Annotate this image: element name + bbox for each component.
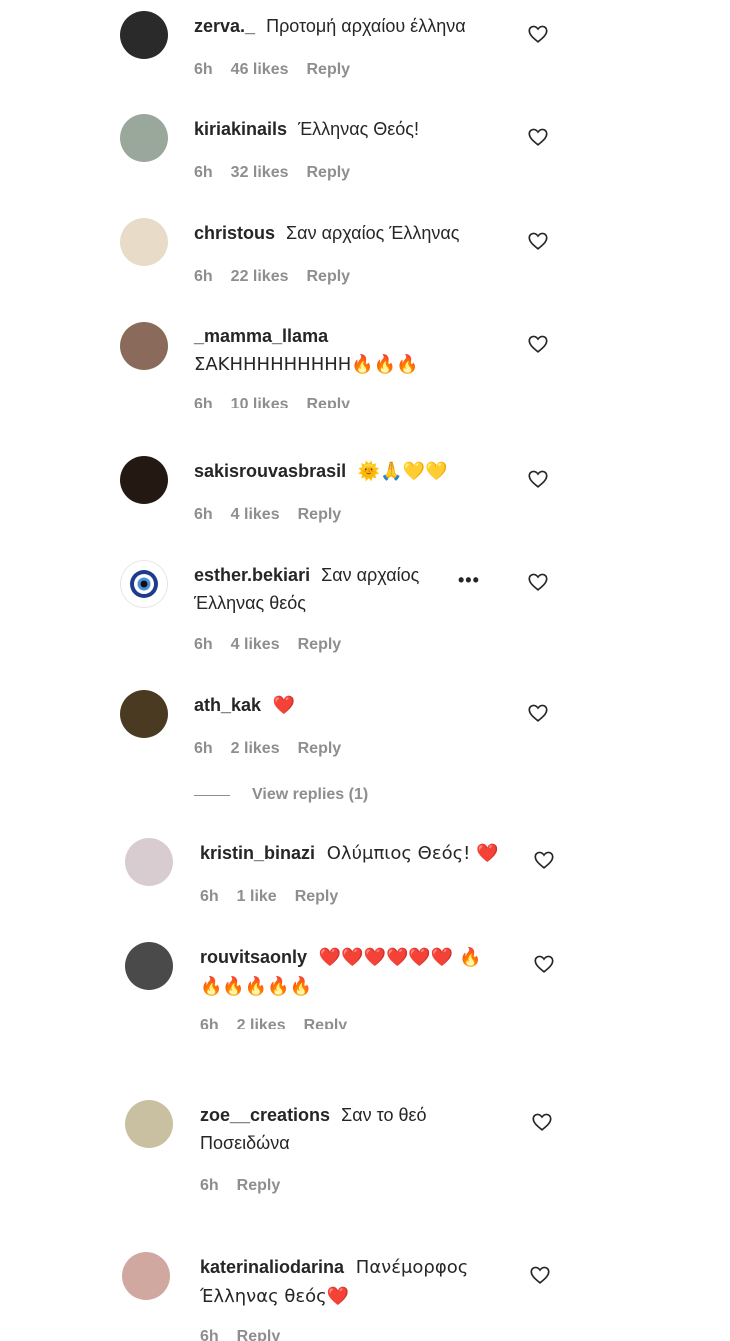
heart-outline-icon[interactable] [527,333,549,355]
comment-text: kristin_binazi Ολύμπιος Θεός! ❤️ [200,839,499,868]
heart-outline-icon[interactable] [529,1264,551,1286]
heart-outline-icon[interactable] [527,702,549,724]
reply-button[interactable]: Reply [298,636,342,654]
reply-button[interactable]: Reply [307,164,351,182]
like-count[interactable]: 46 likes [231,61,289,79]
username[interactable]: _mamma_llama [194,326,328,346]
comment-body: Έλληνας Θεός! [293,119,419,139]
comment-meta: 6h 32 likes Reply [194,164,350,182]
reply-button[interactable]: Reply [307,61,351,79]
comment-body: ❤️ [267,695,296,716]
comment-text: christous Σαν αρχαίος Έλληνας [194,219,459,247]
heart-outline-icon[interactable] [531,1111,553,1133]
heart-outline-icon[interactable] [527,23,549,45]
reply-button[interactable]: Reply [237,1328,281,1341]
reply-button[interactable]: Reply [295,888,339,906]
comment-text: esther.bekiari Σαν αρχαίος Έλληνας θεός [194,561,454,617]
view-replies-button[interactable]: View replies (1) [194,786,368,804]
comment-meta: 6h Reply [200,1177,280,1195]
timestamp[interactable]: 6h [200,1177,219,1195]
comment-body: Ολύμπιος Θεός! ❤️ [321,843,499,864]
like-count[interactable]: 4 likes [231,636,280,654]
comment-text: ath_kak ❤️ [194,691,295,720]
comment-text: sakisrouvasbrasil 🌞🙏💛💛 [194,457,447,486]
avatar[interactable] [125,1100,173,1148]
divider [194,794,230,796]
timestamp[interactable]: 6h [194,740,213,758]
avatar[interactable] [125,838,173,886]
username[interactable]: esther.bekiari [194,565,310,585]
reply-button[interactable]: Reply [304,1017,348,1029]
heart-outline-icon[interactable] [527,571,549,593]
avatar[interactable] [120,690,168,738]
comment-text: kiriakinails Έλληνας Θεός! [194,115,419,143]
reply-button[interactable]: Reply [298,506,342,524]
timestamp[interactable]: 6h [200,888,219,906]
username[interactable]: ath_kak [194,695,261,715]
comment-meta: 6h 2 likes Reply [200,1017,347,1029]
comment-meta: 6h Reply [200,1328,280,1341]
avatar[interactable] [120,322,168,370]
timestamp[interactable]: 6h [194,61,213,79]
avatar[interactable] [125,942,173,990]
reply-button[interactable]: Reply [237,1177,281,1195]
avatar[interactable] [120,11,168,59]
like-count[interactable]: 2 likes [231,740,280,758]
comment-meta: 6h 10 likes Reply [194,396,350,408]
comment-text: zoe__creations Σαν το θεό Ποσειδώνα [200,1101,470,1157]
username[interactable]: zerva._ [194,16,255,36]
comment-meta: 6h 4 likes Reply [194,636,341,654]
comment-body: ΣΑΚΗΗΗΗΗΗΗΗΗ🔥🔥🔥 [194,354,419,375]
comment-meta: 6h 2 likes Reply [194,740,341,758]
comment-body: 🌞🙏💛💛 [352,461,448,482]
heart-outline-icon[interactable] [527,468,549,490]
comment-text: zerva._ Προτομή αρχαίου έλληνα [194,12,466,40]
username[interactable]: sakisrouvasbrasil [194,461,346,481]
comment-text: _mamma_llama ΣΑΚΗΗΗΗΗΗΗΗΗ🔥🔥🔥 [194,322,419,379]
comment-body: Σαν αρχαίος Έλληνας [281,223,460,243]
like-count[interactable]: 4 likes [231,506,280,524]
comment-meta: 6h 22 likes Reply [194,268,350,286]
like-count[interactable]: 32 likes [231,164,289,182]
like-count[interactable]: 2 likes [237,1017,286,1029]
like-count[interactable]: 10 likes [231,396,289,408]
timestamp[interactable]: 6h [194,506,213,524]
timestamp[interactable]: 6h [194,636,213,654]
reply-button[interactable]: Reply [307,396,351,408]
avatar[interactable] [120,560,168,608]
username[interactable]: rouvitsaonly [200,947,307,967]
username[interactable]: kiriakinails [194,119,287,139]
like-count[interactable]: 1 like [237,888,277,906]
timestamp[interactable]: 6h [200,1328,219,1341]
heart-outline-icon[interactable] [533,849,555,871]
comment-body: Προτομή αρχαίου έλληνα [261,16,466,36]
avatar[interactable] [120,218,168,266]
evil-eye-icon [130,570,158,598]
view-replies-label[interactable]: View replies (1) [252,786,368,804]
comment-text: katerinaliodarina Πανέμορφος Έλληνας θεό… [200,1253,500,1311]
timestamp[interactable]: 6h [200,1017,219,1029]
username[interactable]: zoe__creations [200,1105,330,1125]
timestamp[interactable]: 6h [194,164,213,182]
comment-meta: 6h 4 likes Reply [194,506,341,524]
username[interactable]: christous [194,223,275,243]
heart-outline-icon[interactable] [527,126,549,148]
avatar[interactable] [120,456,168,504]
comment-meta: 6h 46 likes Reply [194,61,350,79]
comment-text: rouvitsaonly ❤️❤️❤️❤️❤️❤️ 🔥🔥🔥🔥🔥🔥 [200,943,500,1001]
username[interactable]: kristin_binazi [200,843,315,863]
like-count[interactable]: 22 likes [231,268,289,286]
heart-outline-icon[interactable] [533,953,555,975]
timestamp[interactable]: 6h [194,396,213,408]
heart-outline-icon[interactable] [527,230,549,252]
avatar[interactable] [120,114,168,162]
reply-button[interactable]: Reply [307,268,351,286]
timestamp[interactable]: 6h [194,268,213,286]
comment-meta: 6h 1 like Reply [200,888,338,906]
ellipsis-icon[interactable]: ••• [458,570,480,591]
reply-button[interactable]: Reply [298,740,342,758]
username[interactable]: katerinaliodarina [200,1257,344,1277]
avatar[interactable] [122,1252,170,1300]
